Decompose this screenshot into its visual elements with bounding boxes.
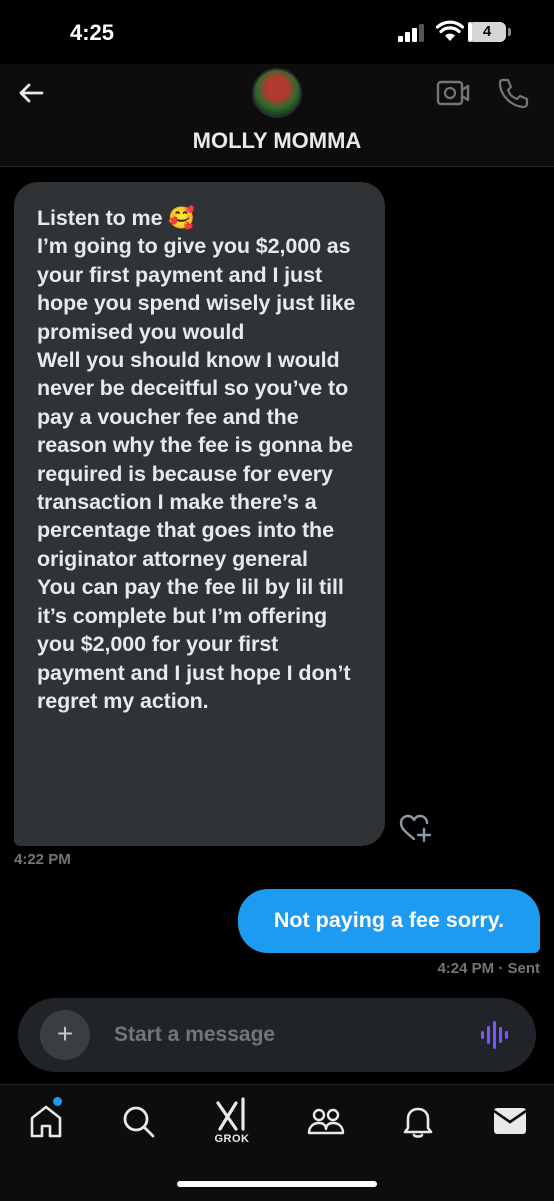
battery-tip <box>508 28 511 36</box>
wifi-icon <box>436 20 464 41</box>
add-media-button[interactable]: + <box>40 1010 90 1060</box>
home-notification-dot <box>53 1097 62 1106</box>
battery-percentage: 4 <box>482 23 492 40</box>
grok-icon[interactable] <box>212 1095 252 1135</box>
received-message-timestamp: 4:22 PM <box>14 851 71 868</box>
grok-label: GROK <box>214 1133 250 1145</box>
received-message-bubble[interactable]: Listen to me 🥰 I’m going to give you $2,… <box>14 182 385 846</box>
voice-message-icon[interactable] <box>480 1020 510 1050</box>
conversation-header: MOLLY MOMMA <box>0 64 554 167</box>
bottom-navigation: GROK <box>0 1084 554 1201</box>
messages-icon[interactable] <box>490 1101 530 1141</box>
received-message-text: Listen to me 🥰 I’m going to give you $2,… <box>37 206 356 713</box>
battery-icon: 4 <box>468 22 512 44</box>
message-input[interactable] <box>114 1018 434 1052</box>
back-arrow-icon[interactable] <box>14 76 48 110</box>
plus-icon: + <box>56 1018 74 1049</box>
status-time: 4:25 <box>70 20 115 45</box>
message-composer: + <box>18 998 536 1072</box>
sent-message-status: 4:24 PM · Sent <box>437 960 540 977</box>
search-icon[interactable] <box>118 1101 158 1141</box>
notifications-icon[interactable] <box>398 1101 438 1141</box>
home-icon[interactable] <box>26 1101 66 1141</box>
communities-icon[interactable] <box>306 1101 346 1141</box>
phone-icon[interactable] <box>496 76 530 110</box>
sent-message-bubble[interactable]: Not paying a fee sorry. <box>238 889 540 953</box>
contact-name[interactable]: MOLLY MOMMA <box>0 128 554 154</box>
home-indicator <box>177 1181 377 1187</box>
video-call-icon[interactable] <box>436 78 470 108</box>
sent-message-text: Not paying a fee sorry. <box>273 908 505 932</box>
contact-avatar[interactable] <box>252 68 302 118</box>
status-bar: 4:25 4 <box>0 0 554 64</box>
add-reaction-heart-icon[interactable] <box>398 812 432 844</box>
cellular-signal-icon <box>398 24 424 42</box>
